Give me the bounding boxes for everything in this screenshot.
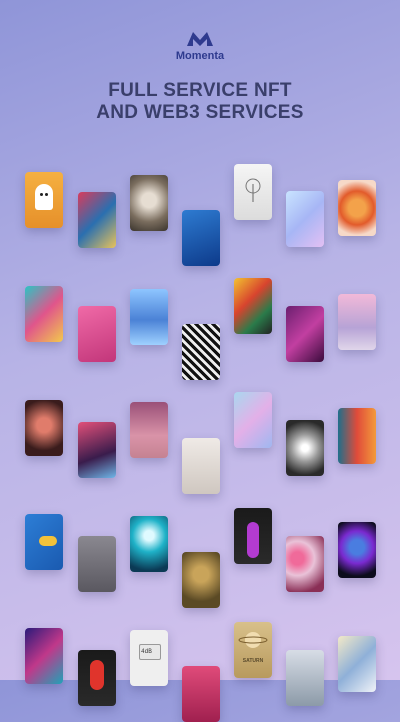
nft-tile-glass-sphere[interactable] <box>286 191 324 247</box>
saturn-label: SATURN <box>242 658 264 664</box>
logo-icon <box>187 32 213 46</box>
nft-tile-purple-fluid[interactable] <box>286 306 324 362</box>
nft-tile-statue[interactable] <box>130 175 168 231</box>
ghost-icon <box>35 184 53 210</box>
yellow-shape <box>39 536 57 546</box>
nft-tile-pink-dome[interactable] <box>182 666 220 722</box>
red-figure-shape <box>90 660 104 690</box>
nft-tile-tunnel[interactable] <box>286 420 324 476</box>
nft-tile-red-figure[interactable] <box>78 650 116 706</box>
nft-tile-desert-portal[interactable] <box>130 402 168 458</box>
nft-tile-fox[interactable] <box>338 180 376 236</box>
brand-name: Momenta <box>175 50 225 62</box>
nft-tile-mona-lisa[interactable] <box>182 552 220 608</box>
nft-tile-psychedelic[interactable] <box>25 628 63 684</box>
nft-tile-pink-canyon[interactable] <box>78 422 116 478</box>
nft-tile-pink-architecture[interactable] <box>338 294 376 350</box>
nft-tile-colorful-portrait[interactable] <box>25 286 63 342</box>
nft-tile-neon-bust[interactable] <box>338 522 376 578</box>
nft-tile-purple-suit[interactable] <box>234 508 272 564</box>
ghost-eye <box>45 193 48 196</box>
nft-tile-painted-face[interactable] <box>78 192 116 248</box>
page-title-line-1: FULL SERVICE NFT <box>108 80 292 101</box>
nft-tile-hands-portrait[interactable] <box>25 400 63 456</box>
tree-icon <box>245 178 261 202</box>
nft-tile-neon-figure[interactable] <box>130 516 168 572</box>
nft-tile-blue-waves[interactable] <box>182 210 220 266</box>
nft-tile-marble[interactable] <box>338 636 376 692</box>
nft-tile-ghost[interactable] <box>25 172 63 228</box>
pc-label: 4dB <box>141 648 152 655</box>
nft-tile-pink-maze[interactable] <box>78 306 116 362</box>
nft-tile-sky-water[interactable] <box>130 289 168 345</box>
nft-tile-pop-art[interactable] <box>234 278 272 334</box>
nft-tile-astronaut[interactable] <box>78 536 116 592</box>
nft-tile-blue-3d[interactable] <box>25 514 63 570</box>
page-title-line-2: AND WEB3 SERVICES <box>96 102 304 123</box>
figure-shape <box>247 522 259 558</box>
nft-tile-landscape[interactable] <box>286 650 324 706</box>
page-title: FULL SERVICE NFT AND WEB3 SERVICES <box>0 80 400 124</box>
nft-tile-retro-pc[interactable]: 4dB <box>130 630 168 686</box>
nft-tile-holographic[interactable] <box>234 392 272 448</box>
ghost-eye <box>40 193 43 196</box>
saturn-icon <box>238 632 268 648</box>
nft-tile-arch[interactable] <box>182 438 220 494</box>
nft-tile-bw-waves[interactable] <box>182 324 220 380</box>
nft-tile-flowers[interactable] <box>286 536 324 592</box>
header: Momenta <box>0 30 400 62</box>
nft-tile-color-bars[interactable] <box>338 408 376 464</box>
nft-tile-saturn[interactable]: SATURN <box>234 622 272 678</box>
nft-tile-tree[interactable] <box>234 164 272 220</box>
